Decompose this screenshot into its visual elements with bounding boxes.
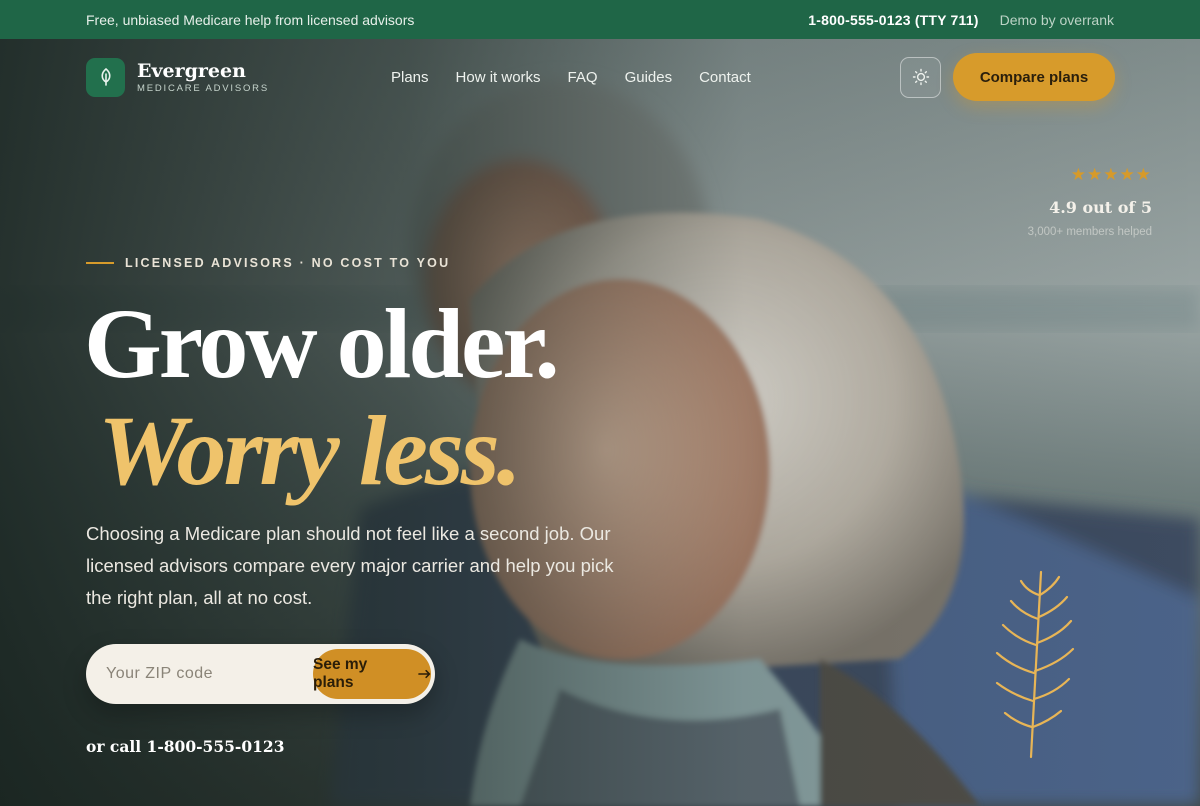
- sun-icon: [912, 68, 929, 86]
- zip-search-form: See my plans: [86, 644, 435, 704]
- hero-eyebrow: LICENSED ADVISORS · NO COST TO YOU: [86, 256, 450, 270]
- rating-block: ★★★★★ 4.9 out of 5 3,000+ members helped: [1028, 165, 1152, 238]
- main-nav: Evergreen MEDICARE ADVISORS Plans How it…: [86, 53, 1115, 101]
- nav-link-guides[interactable]: Guides: [625, 69, 673, 86]
- rating-score: 4.9 out of 5: [1049, 198, 1152, 217]
- nav-link-plans[interactable]: Plans: [391, 69, 429, 86]
- hero-description: Choosing a Medicare plan should not feel…: [86, 523, 614, 608]
- demo-credit-link[interactable]: Demo by overrank: [1000, 12, 1114, 28]
- see-my-plans-button[interactable]: See my plans: [313, 649, 431, 699]
- fern-decoration-icon: [995, 570, 1075, 759]
- nav-link-contact[interactable]: Contact: [699, 69, 751, 86]
- top-tagline: Free, unbiased Medicare help from licens…: [86, 11, 415, 28]
- leaf-icon: [86, 57, 125, 97]
- eyebrow-rule: [86, 262, 114, 264]
- zip-code-input[interactable]: [90, 665, 313, 683]
- arrow-right-icon: [417, 669, 430, 679]
- nav-links: Plans How it works FAQ Guides Contact: [391, 69, 900, 86]
- eyebrow-text: LICENSED ADVISORS · NO COST TO YOU: [125, 256, 451, 270]
- brand-name: Evergreen: [137, 59, 246, 82]
- headline-line-1: Grow older.: [84, 288, 560, 399]
- top-announcement-bar: Free, unbiased Medicare help from licens…: [0, 0, 1200, 39]
- brand-subtitle: MEDICARE ADVISORS: [137, 82, 269, 94]
- star-rating-icons: ★★★★★: [1070, 165, 1152, 184]
- members-helped: 3,000+ members helped: [1027, 226, 1152, 238]
- nav-link-how-it-works[interactable]: How it works: [456, 69, 541, 86]
- compare-plans-button[interactable]: Compare plans: [953, 53, 1115, 101]
- theme-toggle-button[interactable]: [900, 56, 941, 98]
- hero-section: Evergreen MEDICARE ADVISORS Plans How it…: [0, 39, 1200, 806]
- top-phone-link[interactable]: 1-800-555-0123 (TTY 711): [808, 12, 978, 28]
- hero-headline: Grow older. Worry less.: [84, 288, 560, 506]
- brand-logo[interactable]: Evergreen MEDICARE ADVISORS: [86, 57, 391, 97]
- headline-line-2: Worry less.: [98, 395, 522, 506]
- see-my-plans-label: See my plans: [313, 656, 368, 691]
- nav-link-faq[interactable]: FAQ: [568, 69, 598, 86]
- call-phone-link[interactable]: or call 1-800-555-0123: [86, 737, 285, 756]
